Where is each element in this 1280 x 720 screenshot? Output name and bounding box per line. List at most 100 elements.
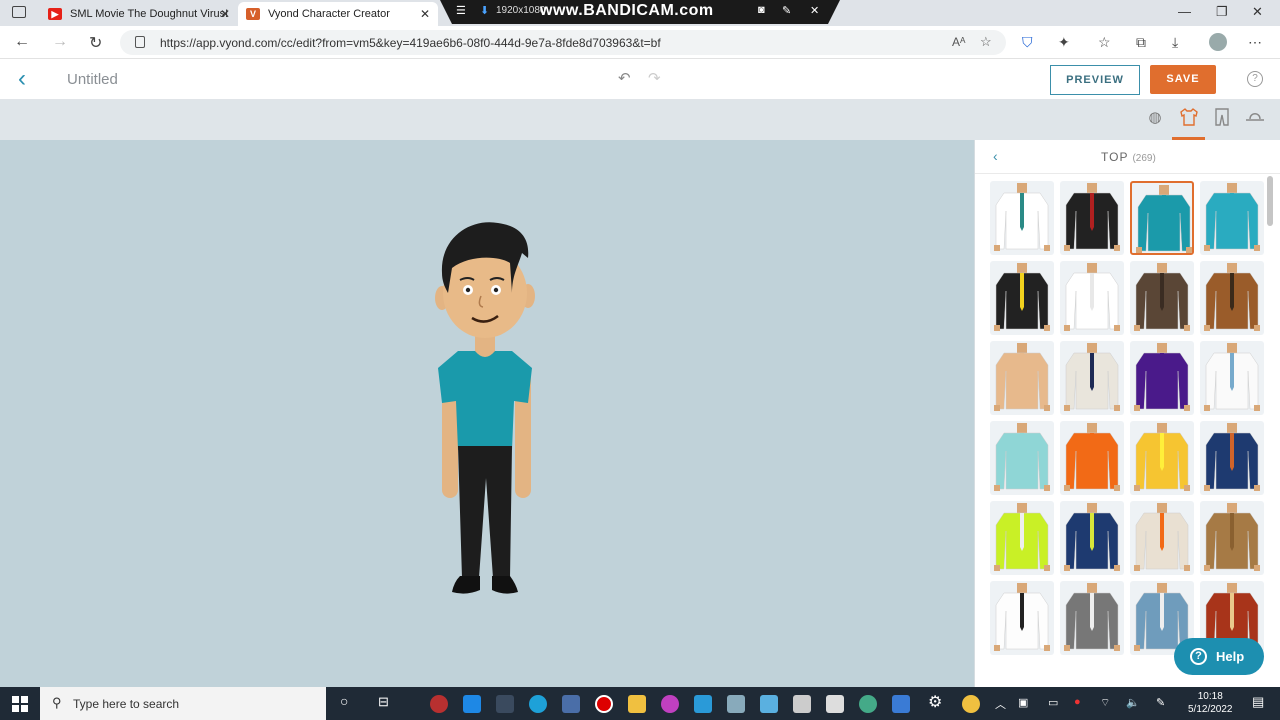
character-figure[interactable] — [430, 218, 540, 638]
app-icon[interactable] — [694, 695, 712, 713]
clothing-item-bare-chest[interactable] — [990, 341, 1054, 415]
forward-arrow-icon[interactable]: → — [52, 33, 68, 51]
save-button[interactable]: SAVE — [1150, 65, 1216, 94]
extensions-icon[interactable]: ✦ — [1058, 34, 1070, 51]
pin-icon: ⬇ — [480, 5, 490, 17]
chevron-left-icon[interactable]: ‹ — [993, 148, 998, 164]
clothing-item-black-suit-yellow-tie[interactable] — [990, 261, 1054, 335]
collections-icon[interactable]: ⧉ — [1136, 34, 1146, 51]
clothing-item-brown-trench-coat[interactable] — [1200, 501, 1264, 575]
more-icon[interactable]: ⋯ — [1248, 34, 1262, 51]
clothing-item-teal-tshirt[interactable] — [1130, 181, 1194, 255]
help-icon[interactable]: ? — [1247, 71, 1263, 87]
maximize-icon[interactable]: ❐ — [1216, 4, 1228, 20]
pen-icon[interactable]: ✎ — [1156, 696, 1165, 709]
favorites-icon[interactable]: ☆ — [1098, 34, 1111, 51]
app-icon[interactable] — [826, 695, 844, 713]
clothing-item-white-shirt-teal-tie[interactable] — [990, 181, 1054, 255]
clothing-item-striped-sweater[interactable] — [1130, 261, 1194, 335]
notifications-icon[interactable]: ▤ — [1252, 694, 1264, 710]
bandicam-overlay: ☰ ⬇ 1920x1080 www.BANDICAM.com ◙ ✎ ✕ — [440, 0, 840, 24]
app-icon[interactable] — [661, 695, 679, 713]
pencil-icon: ✎ — [782, 5, 792, 17]
undo-icon[interactable]: ↶ — [618, 69, 631, 87]
close-icon[interactable]: ✕ — [420, 7, 430, 21]
url-field[interactable]: https://app.vyond.com/cc/edit?from=vm5&k… — [120, 30, 1006, 55]
task-view-icon[interactable]: ⊟ — [378, 694, 389, 710]
clothing-item-navy-hi-vis-vest[interactable] — [1060, 501, 1124, 575]
clothing-item-suspenders-bowtie[interactable] — [990, 581, 1054, 655]
minimize-icon[interactable]: — — [1178, 4, 1191, 19]
clothing-item-teal-polo[interactable] — [1200, 181, 1264, 255]
help-app-icon[interactable] — [962, 695, 980, 713]
app-icon[interactable] — [793, 695, 811, 713]
taskbar-search[interactable]: ⚲ Type here to search — [40, 687, 326, 720]
clothing-item-navy-harness-jacket[interactable] — [1200, 421, 1264, 495]
record-tray-icon[interactable]: ● — [1074, 696, 1081, 708]
clothing-item-hi-vis-jacket[interactable] — [990, 501, 1054, 575]
clock-time: 10:18 — [1197, 691, 1223, 702]
record-icon[interactable] — [595, 695, 613, 713]
tab-actions-icon[interactable] — [12, 6, 26, 18]
app-icon[interactable] — [760, 695, 778, 713]
help-label: Help — [1216, 649, 1245, 664]
panel-scrollbar[interactable] — [1267, 176, 1273, 226]
file-explorer-icon[interactable] — [628, 695, 646, 713]
chevron-up-icon[interactable]: ︿ — [995, 696, 1006, 712]
clothing-item-purple-polo[interactable] — [1130, 341, 1194, 415]
tab-label: Vyond Character Creator — [268, 8, 390, 20]
clothing-item-white-dress-shirt[interactable] — [1060, 261, 1124, 335]
hat-icon[interactable] — [1241, 108, 1269, 130]
clothing-item-white-lab-coat[interactable] — [1200, 341, 1264, 415]
clothing-item-scrubs[interactable] — [990, 421, 1054, 495]
battery-icon[interactable]: ▭ — [1048, 696, 1058, 709]
back-arrow-icon[interactable]: ← — [14, 33, 30, 51]
help-button[interactable]: ? Help — [1174, 638, 1264, 675]
clock-date: 5/12/2022 — [1188, 704, 1233, 715]
back-chevron-icon[interactable]: ‹ — [18, 65, 26, 93]
clothing-item-orange-safety-vest[interactable] — [1130, 501, 1194, 575]
reload-icon[interactable]: ↻ — [89, 33, 102, 53]
menu-icon: ☰ — [456, 5, 466, 17]
app-icon[interactable] — [892, 695, 910, 713]
clothing-item-grey-vest-bowtie[interactable] — [1060, 581, 1124, 655]
close-icon[interactable]: ✕ — [220, 7, 230, 21]
app-icon[interactable] — [463, 695, 481, 713]
window-close-icon[interactable]: ✕ — [1252, 4, 1263, 20]
shield-icon[interactable]: ⛉ — [1022, 34, 1033, 51]
clothing-item-yellow-safety-jacket[interactable] — [1130, 421, 1194, 495]
clothing-item-orange-jacket[interactable] — [1060, 421, 1124, 495]
settings-gear-icon[interactable]: ⚙ — [928, 692, 942, 712]
search-placeholder: Type here to search — [73, 697, 180, 711]
close-icon: ✕ — [810, 5, 820, 17]
read-aloud-icon[interactable]: Aᴬ — [952, 35, 965, 49]
app-icon[interactable] — [496, 695, 514, 713]
character-title[interactable]: Untitled — [67, 71, 118, 88]
favorite-add-icon[interactable]: ☆ — [980, 34, 992, 50]
preview-button[interactable]: PREVIEW — [1050, 65, 1140, 95]
clothing-item-black-tuxedo[interactable] — [1060, 181, 1124, 255]
tab-vyond[interactable]: V Vyond Character Creator ✕ — [238, 2, 438, 26]
app-icon[interactable] — [562, 695, 580, 713]
clock[interactable]: 10:18 5/12/2022 — [1188, 690, 1233, 716]
app-icon[interactable] — [430, 695, 448, 713]
volume-icon[interactable]: 🔈 — [1126, 696, 1140, 709]
tray-icon[interactable]: ▣ — [1018, 696, 1028, 709]
tab-youtube[interactable]: ▶ SML Movie The Doughnut Virus! ✕ — [40, 2, 238, 26]
download-icon[interactable]: ⤓ — [1172, 34, 1178, 51]
top-icon[interactable] — [1175, 108, 1203, 130]
profile-avatar[interactable] — [1209, 33, 1227, 51]
tab-label: SML Movie The Doughnut Virus! — [70, 8, 229, 20]
camera-icon: ◙ — [758, 4, 765, 16]
windows-start-icon[interactable] — [12, 696, 28, 712]
network-icon[interactable]: ⌔ — [1100, 696, 1110, 710]
app-icon[interactable] — [727, 695, 745, 713]
bottom-icon[interactable] — [1208, 108, 1236, 130]
cortana-icon[interactable]: ○ — [340, 693, 348, 709]
clothing-item-brown-suit[interactable] — [1200, 261, 1264, 335]
head-icon[interactable]: ◍ — [1141, 108, 1169, 130]
edge-icon[interactable] — [529, 695, 547, 713]
app-icon[interactable] — [859, 695, 877, 713]
clothing-item-security-shirt-navy-tie[interactable] — [1060, 341, 1124, 415]
redo-icon[interactable]: ↷ — [648, 69, 661, 87]
